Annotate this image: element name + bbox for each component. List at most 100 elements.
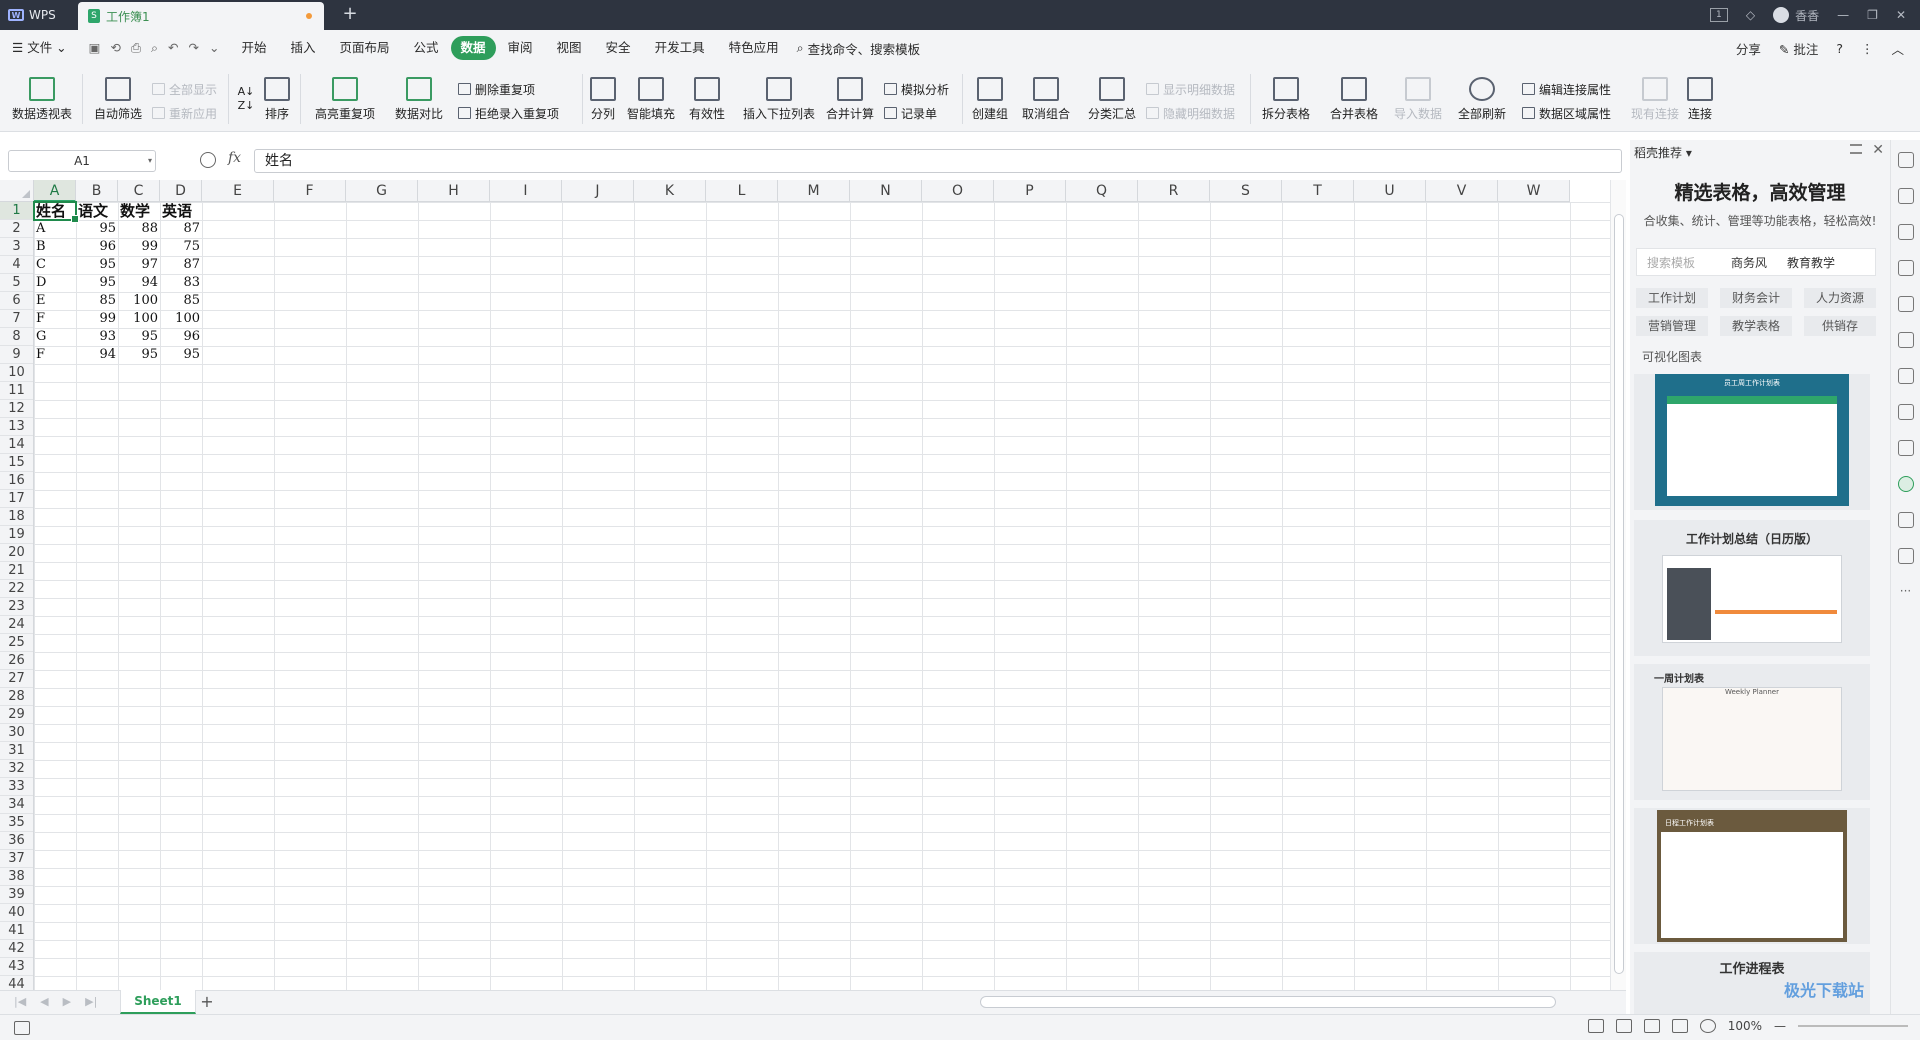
prev-sheet-icon[interactable]: ◀ [40,995,48,1008]
panel-menu-icon[interactable] [1850,144,1862,154]
data-cell[interactable]: A [34,220,76,238]
first-sheet-icon[interactable]: |◀ [14,995,26,1008]
zoom-slider[interactable] [1798,1025,1908,1027]
column-header-m[interactable]: M [778,180,850,202]
flash-fill-button[interactable]: 智能填充 [624,66,678,132]
row-header-5[interactable]: 5 [0,274,33,292]
column-header-u[interactable]: U [1354,180,1426,202]
header-cell[interactable]: 数学 [118,202,160,220]
row-header-35[interactable]: 35 [0,814,33,832]
history-icon[interactable] [1897,512,1914,528]
header-cell[interactable]: 语文 [76,202,118,220]
row-header-44[interactable]: 44 [0,976,33,990]
search-tag-education[interactable]: 教育教学 [1777,252,1845,273]
data-cell[interactable]: 75 [160,238,202,256]
highlight-duplicates-button[interactable]: 高亮重复项 [308,66,382,132]
column-header-v[interactable]: V [1426,180,1498,202]
sheet-nav-arrows[interactable]: |◀ ◀ ▶ ▶| [14,995,97,1008]
row-header-43[interactable]: 43 [0,958,33,976]
refresh-all-button[interactable]: 全部刷新 [1452,66,1512,132]
data-cell[interactable]: D [34,274,76,292]
data-cell[interactable]: 95 [118,328,160,346]
last-sheet-icon[interactable]: ▶| [85,995,97,1008]
column-header-i[interactable]: I [490,180,562,202]
menu-tab-data[interactable]: 数据 [450,36,496,60]
row-header-41[interactable]: 41 [0,922,33,940]
record-form-button[interactable]: 记录单 [884,104,937,122]
row-header-22[interactable]: 22 [0,580,33,598]
data-cell[interactable]: C [34,256,76,274]
category-visual-charts[interactable]: 可视化图表 [1642,348,1702,365]
data-cell[interactable]: 96 [76,238,118,256]
help-circle-icon[interactable] [1897,548,1914,564]
data-cell[interactable]: B [34,238,76,256]
eye-protection-icon[interactable] [1699,1019,1716,1033]
menu-tab-page-layout[interactable]: 页面布局 [327,36,401,60]
what-if-button[interactable]: 模拟分析 [884,80,949,98]
data-cell[interactable]: 100 [118,292,160,310]
data-cell[interactable]: 88 [118,220,160,238]
data-cell[interactable]: 87 [160,256,202,274]
save-icon[interactable]: ▣ [89,40,101,56]
row-header-3[interactable]: 3 [0,238,33,256]
template-card[interactable]: 日程工作计划表 [1634,808,1870,944]
row-header-40[interactable]: 40 [0,904,33,922]
column-header-q[interactable]: Q [1066,180,1138,202]
data-cell[interactable]: 97 [118,256,160,274]
customize-icon[interactable]: ⌄ [209,40,219,56]
tag-hr[interactable]: 人力资源 [1804,288,1876,308]
skin-icon[interactable]: ◇ [1746,8,1755,22]
split-table-button[interactable]: 拆分表格 [1256,66,1316,132]
pivot-table-button[interactable]: 数据透视表 [10,66,74,132]
data-cell[interactable]: 99 [76,310,118,328]
merge-table-button[interactable]: 合并表格 [1324,66,1384,132]
shapes-icon[interactable] [1897,188,1914,204]
print-preview-icon[interactable]: ⌕ [151,40,158,56]
close-icon[interactable]: ✕ [1896,8,1906,22]
data-cell[interactable]: 94 [76,346,118,364]
row-header-31[interactable]: 31 [0,742,33,760]
panel-header[interactable]: 稻壳推荐 ▾ [1634,144,1692,161]
row-header-17[interactable]: 17 [0,490,33,508]
data-cell[interactable]: 96 [160,328,202,346]
column-header-o[interactable]: O [922,180,994,202]
tag-teaching[interactable]: 教学表格 [1720,316,1792,336]
validity-button[interactable]: 有效性 [684,66,730,132]
normal-view-icon[interactable] [1615,1019,1632,1033]
row-header-9[interactable]: 9 [0,346,33,364]
row-header-7[interactable]: 7 [0,310,33,328]
tag-finance[interactable]: 财务会计 [1720,288,1792,308]
archive-icon[interactable] [1897,404,1914,420]
zoom-out-icon[interactable]: — [1774,1019,1786,1033]
menu-tab-view[interactable]: 视图 [545,36,594,60]
row-header-21[interactable]: 21 [0,562,33,580]
row-header-11[interactable]: 11 [0,382,33,400]
sort-button[interactable]: 排序 [262,66,292,132]
more-tools-icon[interactable]: ··· [1891,584,1920,598]
create-group-button[interactable]: 创建组 [968,66,1012,132]
reading-mode-icon[interactable] [1671,1019,1688,1033]
window-count-icon[interactable]: 1 [1709,8,1728,22]
panel-close-icon[interactable]: ✕ [1872,142,1884,158]
column-header-r[interactable]: R [1138,180,1210,202]
add-sheet-button[interactable]: + [196,992,218,1012]
menu-tab-security[interactable]: 安全 [594,36,643,60]
data-cell[interactable]: 95 [118,346,160,364]
template-card[interactable]: 工作进程表 极光下载站 [1634,952,1870,1014]
menu-tab-home[interactable]: 开始 [229,36,278,60]
remove-duplicates-button[interactable]: 删除重复项 [458,80,535,98]
column-header-p[interactable]: P [994,180,1066,202]
row-header-30[interactable]: 30 [0,724,33,742]
data-cell[interactable]: 95 [76,256,118,274]
copy-icon[interactable] [1897,368,1914,384]
data-cell[interactable]: 95 [160,346,202,364]
column-header-s[interactable]: S [1210,180,1282,202]
row-header-18[interactable]: 18 [0,508,33,526]
horizontal-scrollbar[interactable] [980,996,1556,1008]
fullscreen-icon[interactable] [1587,1019,1604,1033]
reapply-button[interactable]: 重新应用 [152,104,217,122]
style-icon[interactable] [1897,224,1914,240]
data-cell[interactable]: E [34,292,76,310]
data-cell[interactable]: 85 [76,292,118,310]
row-header-32[interactable]: 32 [0,760,33,778]
